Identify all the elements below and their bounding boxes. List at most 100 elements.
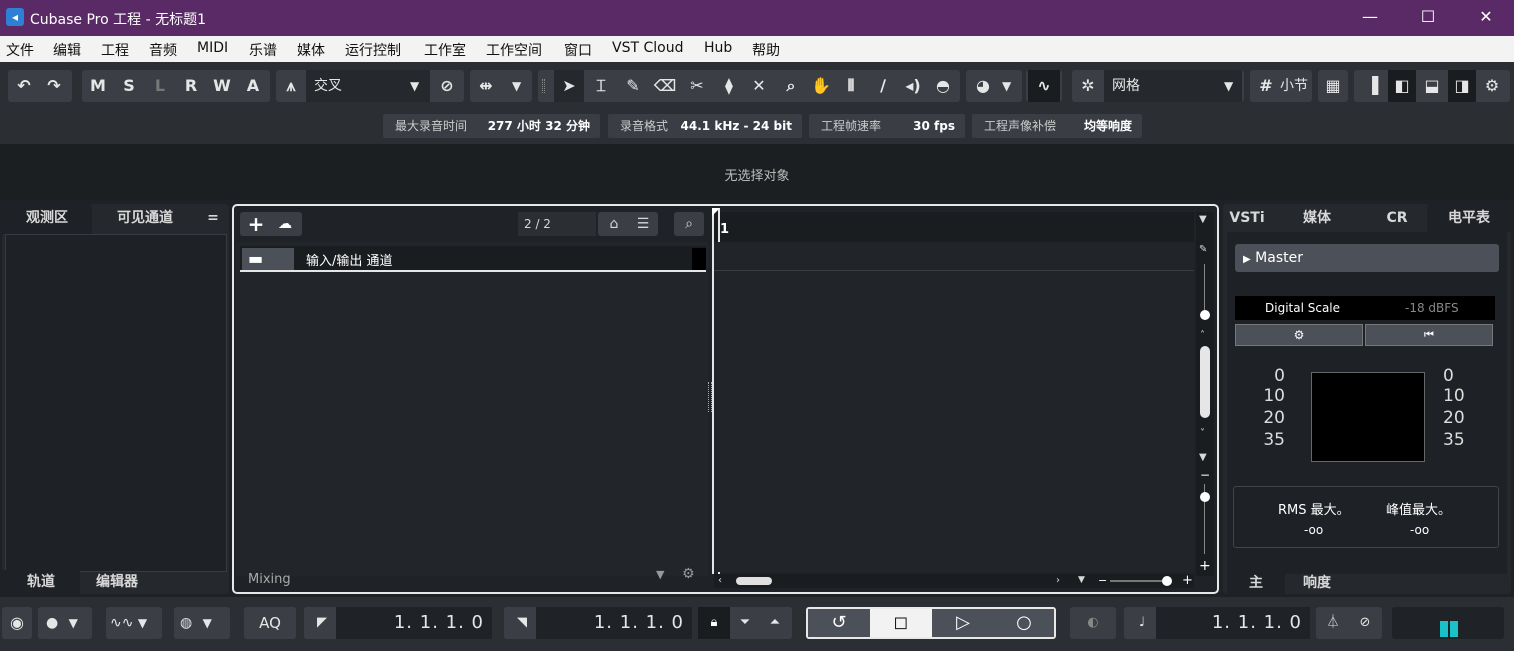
curve-icon[interactable]: ∿ (1028, 70, 1060, 102)
auto-button[interactable]: A (241, 70, 265, 102)
tab-editor[interactable]: 编辑器 (80, 570, 154, 594)
list-icon[interactable]: ☰ (630, 212, 656, 236)
play-tool-icon[interactable]: ◂) (898, 70, 928, 102)
home-icon[interactable]: ⌂ (600, 212, 628, 236)
tab-tracks[interactable]: 轨道 (2, 570, 80, 594)
zoom-out-icon[interactable]: − (1200, 468, 1210, 482)
right-zone-icon[interactable]: ◨ (1448, 70, 1476, 102)
left-locator-icon[interactable]: ◤ (310, 607, 334, 639)
menu-edit[interactable]: 编辑 (53, 40, 81, 60)
snap-type-select[interactable]: 网格 (1104, 70, 1242, 102)
mute-tool-icon[interactable]: ✕ (744, 70, 774, 102)
maximize-icon[interactable]: ☐ (1399, 0, 1457, 36)
track-height-knob[interactable] (1200, 310, 1210, 320)
add-track-button[interactable]: + (244, 212, 268, 236)
menu-window[interactable]: 窗口 (564, 40, 592, 60)
left-zone-icon[interactable]: ▐ (1358, 70, 1386, 102)
primary-time-display[interactable]: 1. 1. 1. 0 (1156, 607, 1310, 639)
track-name[interactable]: 输入/输出 通道 (306, 250, 393, 269)
chevron-down-icon[interactable]: ▼ (512, 70, 521, 102)
drag-handle[interactable] (542, 79, 545, 93)
chevron-down-icon[interactable]: ▼ (1002, 70, 1011, 102)
metronome-toggle-icon[interactable]: ◐ (1070, 607, 1116, 639)
undo-icon[interactable]: ↶ (10, 70, 38, 102)
chevron-up-icon[interactable]: ˄ (1200, 330, 1205, 341)
menu-vst-cloud[interactable]: VST Cloud (612, 40, 683, 56)
read-button[interactable]: R (179, 70, 203, 102)
zoom-slider[interactable] (1110, 580, 1170, 582)
punch-out-icon[interactable]: ⏶ (760, 607, 790, 639)
vertical-zoom-knob[interactable] (1200, 492, 1210, 502)
arrange-area[interactable] (714, 242, 1194, 572)
horizontal-scrollbar[interactable]: ‹ › ▼ − + (714, 573, 1194, 588)
menu-file[interactable]: 文件 (6, 40, 34, 60)
right-locator-display[interactable]: 1. 1. 1. 0 (536, 607, 692, 639)
vertical-scrollbar[interactable]: ▼ ✎ ˄ ˅ ▼ − + (1196, 212, 1214, 576)
record-mode-group[interactable]: ● ▼ (38, 607, 92, 639)
tab-vsti[interactable]: VSTi (1227, 204, 1267, 232)
chevron-down-icon[interactable]: ▼ (1224, 70, 1233, 102)
lower-zone-icon[interactable]: ⬓ (1418, 70, 1446, 102)
tab-media[interactable]: 媒体 (1295, 204, 1339, 232)
gear-icon[interactable]: ⚙ (1235, 324, 1363, 346)
menu-project[interactable]: 工程 (101, 40, 129, 60)
keyboard-icon[interactable]: ▦ (1318, 70, 1348, 102)
record-icon[interactable]: ○ (994, 609, 1054, 637)
play-icon[interactable]: ▷ (932, 609, 994, 637)
tab-meter[interactable]: 电平表 (1427, 204, 1511, 232)
track-row[interactable]: ▬ 输入/输出 通道 (240, 246, 706, 272)
tab-main[interactable]: 主 (1227, 572, 1285, 594)
stop-icon[interactable]: ◻ (870, 609, 932, 637)
scroll-thumb[interactable] (736, 577, 772, 585)
color-menu-icon[interactable]: ◕ (968, 70, 998, 102)
lock-icon[interactable]: 🔒︎ (698, 607, 730, 639)
zoom-out-icon[interactable]: − (1098, 574, 1107, 587)
write-button[interactable]: W (210, 70, 234, 102)
color-tool-icon[interactable]: ◓ (928, 70, 958, 102)
tab-visibility[interactable]: 可见通道 (92, 204, 198, 234)
link-icon[interactable]: ⊘ (434, 70, 460, 102)
menu-icon[interactable]: = (202, 204, 224, 234)
frame-rate[interactable]: 工程帧速率 30 fps (809, 114, 965, 138)
glue-tool-icon[interactable]: ⧫ (714, 70, 744, 102)
chevron-down-icon[interactable]: ▼ (1199, 452, 1207, 463)
zoom-in-icon[interactable]: + (1182, 573, 1193, 588)
select-tool-icon[interactable]: ➤ (554, 70, 584, 102)
zoom-in-icon[interactable]: + (1199, 558, 1211, 574)
range-tool-icon[interactable]: ⌶ (586, 70, 616, 102)
max-record-time[interactable]: 最大录音时间 277 小时 32 分钟 (383, 114, 600, 138)
split-tool-icon[interactable]: ✂ (682, 70, 712, 102)
line-tool-icon[interactable]: ∕ (868, 70, 898, 102)
chevron-left-icon[interactable]: ‹ (718, 575, 722, 586)
close-icon[interactable]: ✕ (1457, 0, 1514, 36)
redo-icon[interactable]: ↷ (40, 70, 68, 102)
record-format[interactable]: 录音格式 44.1 kHz - 24 bit (608, 114, 802, 138)
pan-law[interactable]: 工程声像补偿 均等响度 (972, 114, 1142, 138)
locator-flag-icon[interactable] (712, 208, 720, 216)
gear-icon[interactable]: ⚙ (1478, 70, 1506, 102)
left-locator-display[interactable]: 1. 1. 1. 0 (336, 607, 492, 639)
right-locator-icon[interactable]: ◥ (510, 607, 534, 639)
tempo-track-icon[interactable]: ⊘ (1350, 607, 1380, 639)
chevron-down-icon[interactable]: ▼ (656, 568, 664, 581)
performance-icon[interactable]: ◉ (2, 607, 32, 639)
edit-icon[interactable]: ✎ (1199, 244, 1207, 255)
chevron-right-icon[interactable]: › (1056, 575, 1060, 586)
cycle-icon[interactable]: ↺ (808, 609, 870, 637)
menu-help[interactable]: 帮助 (752, 40, 780, 60)
meter-scale-row[interactable]: Digital Scale -18 dBFS (1235, 296, 1495, 320)
search-icon[interactable]: ⌕ (674, 212, 704, 236)
menu-hub[interactable]: Hub (704, 40, 732, 56)
grid-type-select[interactable]: 小节 (1276, 70, 1310, 102)
menu-audio[interactable]: 音频 (149, 40, 177, 60)
mute-all-button[interactable]: M (86, 70, 110, 102)
edit-mode-icon[interactable]: ⇹ (472, 70, 500, 102)
audio-mode-group[interactable]: ∿∿ ▼ (106, 607, 162, 639)
menu-studio[interactable]: 工作室 (424, 40, 466, 60)
draw-tool-icon[interactable]: ✎ (618, 70, 648, 102)
punch-in-icon[interactable]: ⏷ (730, 607, 760, 639)
tab-cr[interactable]: CR (1377, 204, 1417, 232)
master-channel-header[interactable]: ▶ Master (1235, 244, 1499, 272)
comp-tool-icon[interactable]: ⫴ (836, 70, 866, 102)
tab-watch[interactable]: 观测区 (2, 204, 92, 234)
